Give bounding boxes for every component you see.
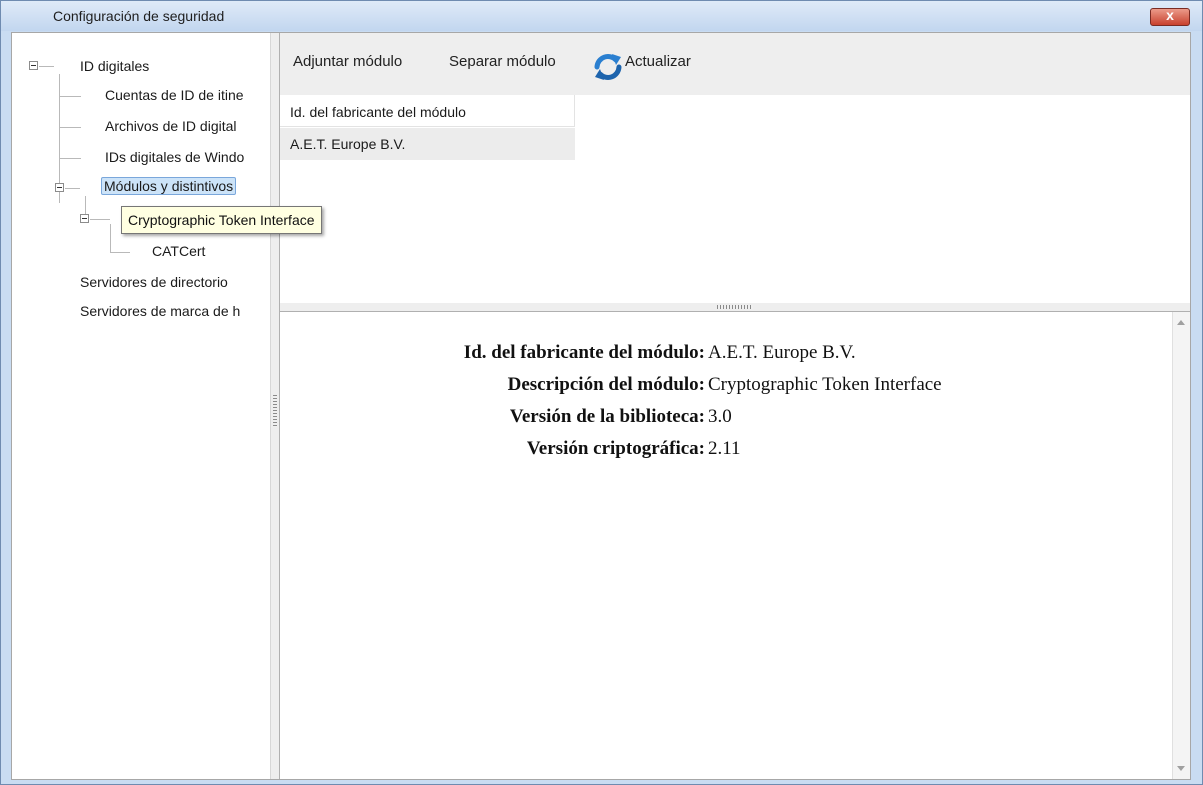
detach-module-button[interactable]: Separar módulo: [449, 53, 556, 70]
detail-label: Id. del fabricante del módulo:: [463, 342, 705, 363]
tree-item-roaming-id-accounts[interactable]: Cuentas de ID de itine: [105, 87, 244, 103]
refresh-button[interactable]: Actualizar: [625, 53, 691, 70]
tree-connector: [39, 66, 54, 67]
detail-label: Versión de la biblioteca:: [509, 406, 705, 427]
tree-connector: [85, 196, 86, 214]
tree-item-windows-digital-ids[interactable]: IDs digitales de Windo: [105, 149, 244, 165]
security-settings-window: Configuración de seguridad x ID digitale…: [0, 0, 1203, 785]
window-content: ID digitales Cuentas de ID de itine Arch…: [11, 32, 1191, 780]
collapse-icon[interactable]: [29, 61, 38, 70]
tree-item-digital-id-files[interactable]: Archivos de ID digital: [105, 118, 237, 134]
tooltip: Cryptographic Token Interface: [121, 206, 322, 234]
collapse-icon[interactable]: [55, 183, 64, 192]
column-header-label: Id. del fabricante del módulo: [290, 104, 466, 120]
close-icon: x: [1166, 7, 1174, 23]
tree-connector: [90, 219, 110, 220]
detail-value: Cryptographic Token Interface: [708, 374, 942, 395]
attach-module-button[interactable]: Adjuntar módulo: [293, 53, 402, 70]
tree-item-timestamp-servers[interactable]: Servidores de marca de h: [80, 303, 240, 319]
tree-connector: [110, 252, 130, 253]
column-header-vendor[interactable]: Id. del fabricante del módulo: [280, 95, 575, 127]
detail-label: Versión criptográfica:: [526, 438, 705, 459]
tree-item-directory-servers[interactable]: Servidores de directorio: [80, 274, 228, 290]
toolbar: Adjuntar módulo Separar módulo Actualiza…: [280, 33, 1190, 95]
table-cell: A.E.T. Europe B.V.: [290, 136, 406, 152]
details-scrollbar[interactable]: [1172, 312, 1190, 779]
scroll-up-icon[interactable]: [1177, 320, 1185, 325]
tree-connector: [59, 96, 81, 97]
tree-connector: [59, 127, 81, 128]
collapse-icon[interactable]: [80, 214, 89, 223]
detail-label: Descripción del módulo:: [507, 374, 705, 395]
detail-value: 3.0: [708, 406, 732, 427]
splitter-grip-icon[interactable]: [717, 305, 753, 309]
tree-item-catcert[interactable]: CATCert: [152, 243, 205, 259]
table-row[interactable]: A.E.T. Europe B.V.: [280, 128, 575, 160]
tree-connector: [65, 188, 80, 189]
vertical-splitter[interactable]: [270, 33, 280, 779]
detail-row: Versión criptográfica: 2.11: [280, 438, 1172, 464]
scroll-down-icon[interactable]: [1177, 766, 1185, 771]
window-title: Configuración de seguridad: [53, 8, 225, 24]
close-button[interactable]: x: [1150, 7, 1190, 26]
detail-value: 2.11: [708, 438, 741, 459]
detail-row: Descripción del módulo: Cryptographic To…: [280, 374, 1172, 400]
module-details: Id. del fabricante del módulo: A.E.T. Eu…: [280, 312, 1172, 779]
navigation-tree: ID digitales Cuentas de ID de itine Arch…: [12, 33, 270, 779]
tree-item-digital-ids[interactable]: ID digitales: [80, 58, 149, 74]
module-table: Id. del fabricante del módulo A.E.T. Eur…: [280, 95, 1190, 303]
detail-row: Versión de la biblioteca: 3.0: [280, 406, 1172, 432]
tree-connector: [110, 224, 111, 253]
module-panel: Adjuntar módulo Separar módulo Actualiza…: [280, 33, 1190, 779]
detail-row: Id. del fabricante del módulo: A.E.T. Eu…: [280, 342, 1172, 368]
splitter-grip-icon[interactable]: [273, 395, 277, 427]
tree-item-modules-and-tokens[interactable]: Módulos y distintivos: [101, 177, 237, 195]
horizontal-splitter[interactable]: [280, 303, 1190, 312]
tree-connector: [59, 158, 81, 159]
detail-value: A.E.T. Europe B.V.: [708, 342, 856, 363]
refresh-icon[interactable]: [593, 53, 623, 81]
title-bar[interactable]: Configuración de seguridad x: [1, 1, 1202, 31]
